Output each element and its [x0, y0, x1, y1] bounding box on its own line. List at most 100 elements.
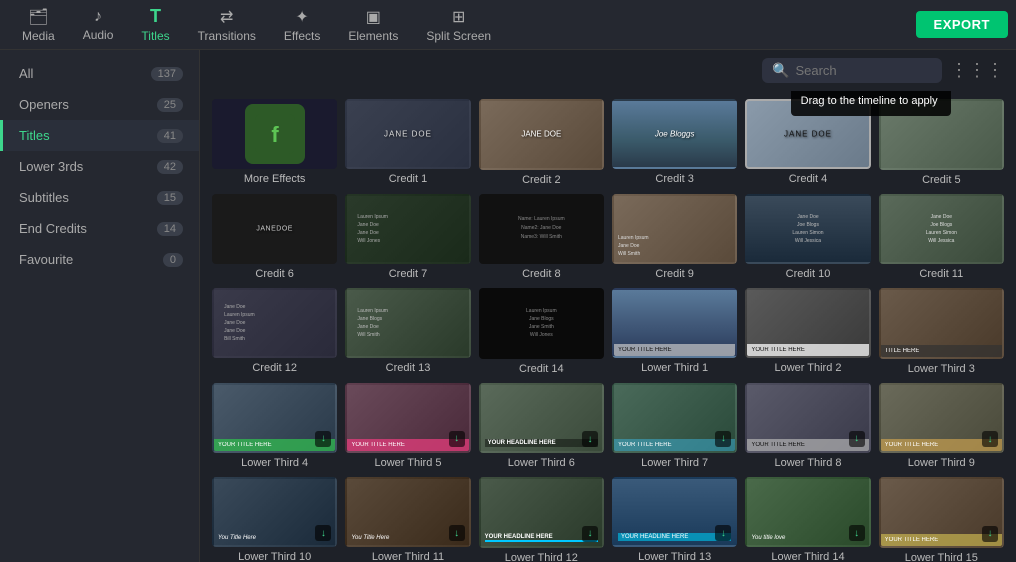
list-item[interactable]: YOUR TITLE HERE ↓ Lower Third 7: [612, 383, 737, 470]
sidebar-count-endcredits: 14: [157, 222, 183, 236]
sidebar-label-openers: Openers: [19, 97, 69, 112]
list-item[interactable]: Lauren IpsumJane DoeWill Smith Credit 9: [612, 194, 737, 281]
list-item[interactable]: YOUR HEADLINE HERE ↓ Lower Third 6: [479, 383, 604, 470]
sidebar-label-favourite: Favourite: [19, 252, 73, 267]
nav-transitions[interactable]: ⇄ Transitions: [184, 3, 270, 47]
list-item[interactable]: YOUR TITLE HERE ↓ Lower Third 8: [745, 383, 870, 470]
thumbnail: Lauren IpsumJane DoeWill Smith: [612, 194, 737, 264]
list-item[interactable]: Jane DoeJoe BlogsLauren SimonWill Jessic…: [879, 194, 1004, 281]
nav-media[interactable]: 🗂 Media: [8, 3, 69, 47]
list-item[interactable]: Jane DoeLauren IpsumJane DoeJane DoeBill…: [212, 288, 337, 375]
item-label: Credit 5: [879, 174, 1004, 186]
sidebar-label-subtitles: Subtitles: [19, 190, 69, 205]
list-item[interactable]: YOUR TITLE HERE ↓ Lower Third 15: [879, 477, 1004, 562]
thumbnail: YOUR HEADLINE HERE ↓: [479, 383, 604, 454]
item-label: Lower Third 12: [479, 552, 604, 562]
thumbnail: YOUR TITLE HERE ↓: [345, 383, 470, 453]
list-item[interactable]: Name: Lauren IpsumName2: Jane DoeName3: …: [479, 194, 604, 281]
grid-view-icon[interactable]: ⋮⋮⋮: [950, 60, 1004, 81]
list-item[interactable]: Credit 5: [879, 99, 1004, 186]
sidebar-item-endcredits[interactable]: End Credits 14: [0, 213, 199, 244]
list-item[interactable]: Joe Bloggs Credit 3: [612, 99, 737, 186]
item-label: Lower Third 8: [745, 457, 870, 469]
sidebar-item-all[interactable]: All 137: [0, 58, 199, 89]
content-area: 🔍 ⋮⋮⋮ f More E: [200, 50, 1016, 562]
nav-elements-label: Elements: [348, 29, 398, 43]
list-item[interactable]: Lauren IpsumJane BlogsJane DoeWill Smith…: [345, 288, 470, 375]
list-item[interactable]: YOUR TITLE HERE Lower Third 1: [612, 288, 737, 375]
sidebar-item-titles[interactable]: Titles 41: [0, 120, 199, 151]
item-label: Lower Third 15: [879, 552, 1004, 562]
item-label: Lower Third 4: [212, 457, 337, 469]
grid-container: f More Effects JANE DOE Credit 1: [200, 91, 1016, 562]
item-label: Credit 9: [612, 268, 737, 280]
download-icon: ↓: [582, 431, 598, 447]
list-item[interactable]: You title love ↓ Lower Third 14: [745, 477, 870, 562]
thumbnail: JANE DOE: [345, 99, 470, 169]
titles-icon: T: [150, 6, 161, 27]
item-label: Lower Third 6: [479, 457, 604, 469]
list-item[interactable]: You Title Here ↓ Lower Third 11: [345, 477, 470, 562]
nav-audio-label: Audio: [83, 28, 114, 42]
list-item[interactable]: Jane DoeJoe BlogsLauren SimonWill Jessic…: [745, 194, 870, 281]
list-item[interactable]: JANEDOE Credit 6: [212, 194, 337, 281]
list-item[interactable]: YOUR HEADLINE HERE ↓ Lower Third 12: [479, 477, 604, 562]
list-item[interactable]: Lauren IpsumJane DoeJane DoeWill Jones C…: [345, 194, 470, 281]
list-item[interactable]: YOUR TITLE HERE ↓ Lower Third 5: [345, 383, 470, 470]
list-item[interactable]: JANE DOE Credit 4 Credit 4 Drag to the t…: [745, 99, 870, 186]
sidebar-item-lower3rds[interactable]: Lower 3rds 42: [0, 151, 199, 182]
nav-splitscreen[interactable]: ⊞ Split Screen: [412, 3, 505, 47]
list-item[interactable]: You Title Here ↓ Lower Third 10: [212, 477, 337, 562]
search-icon: 🔍: [772, 62, 789, 79]
main-body: All 137 Openers 25 Titles 41 Lower 3rds …: [0, 50, 1016, 562]
nav-effects[interactable]: ✦ Effects: [270, 3, 334, 47]
search-input[interactable]: [795, 63, 932, 78]
download-icon: ↓: [315, 431, 331, 447]
download-icon: ↓: [449, 431, 465, 447]
media-icon: 🗂: [28, 7, 48, 27]
item-label: Credit 1: [345, 173, 470, 185]
list-item[interactable]: YOUR TITLE HERE Lower Third 2: [745, 288, 870, 375]
nav-titles-label: Titles: [141, 29, 169, 43]
list-item[interactable]: Lauren IpsumJane BlogsJane SmithWill Jon…: [479, 288, 604, 375]
thumbnail: JANE DOE: [479, 99, 604, 170]
nav-titles[interactable]: T Titles: [127, 2, 183, 47]
download-icon: ↓: [715, 431, 731, 447]
thumbnail: Jane DoeJoe BlogsLauren SimonWill Jessic…: [879, 194, 1004, 265]
top-nav: 🗂 Media ♪ Audio T Titles ⇄ Transitions ✦…: [0, 0, 1016, 50]
item-label: Credit 12: [212, 362, 337, 374]
search-box[interactable]: 🔍: [762, 58, 942, 83]
item-label: Credit 11: [879, 268, 1004, 280]
item-label: Lower Third 13: [612, 551, 737, 562]
list-item[interactable]: JANE DOE Credit 2: [479, 99, 604, 186]
list-item[interactable]: TITLE HERE Lower Third 3: [879, 288, 1004, 375]
export-button[interactable]: EXPORT: [916, 11, 1008, 38]
thumbnail: Jane DoeLauren IpsumJane DoeJane DoeBill…: [212, 288, 337, 358]
item-label: More Effects: [212, 173, 337, 185]
sidebar-item-openers[interactable]: Openers 25: [0, 89, 199, 120]
list-item[interactable]: YOUR TITLE HERE ↓ Lower Third 9: [879, 383, 1004, 470]
sidebar: All 137 Openers 25 Titles 41 Lower 3rds …: [0, 50, 200, 562]
splitscreen-icon: ⊞: [452, 7, 465, 27]
sidebar-label-lower3rds: Lower 3rds: [19, 159, 83, 174]
item-label: Credit 10: [745, 268, 870, 280]
thumbnail: YOUR TITLE HERE ↓: [879, 383, 1004, 454]
list-item[interactable]: YOUR HEADLINE HERE ↓ Lower Third 13: [612, 477, 737, 562]
thumbnail: Joe Bloggs: [612, 99, 737, 169]
thumbnail: You title love ↓: [745, 477, 870, 547]
item-label: Credit 14: [479, 363, 604, 375]
sidebar-item-favourite[interactable]: Favourite 0: [0, 244, 199, 275]
sidebar-label-titles: Titles: [19, 128, 50, 143]
sidebar-item-subtitles[interactable]: Subtitles 15: [0, 182, 199, 213]
thumbnail: YOUR TITLE HERE ↓: [745, 383, 870, 453]
list-item[interactable]: JANE DOE Credit 1: [345, 99, 470, 186]
nav-audio[interactable]: ♪ Audio: [69, 4, 128, 46]
item-label: Lower Third 14: [745, 551, 870, 562]
nav-elements[interactable]: ▣ Elements: [334, 3, 412, 47]
download-icon: ↓: [715, 525, 731, 541]
list-item[interactable]: f More Effects: [212, 99, 337, 186]
list-item[interactable]: YOUR TITLE HERE ↓ Lower Third 4: [212, 383, 337, 470]
thumbnail: Jane DoeJoe BlogsLauren SimonWill Jessic…: [745, 194, 870, 264]
nav-transitions-label: Transitions: [198, 29, 256, 43]
item-label: Lower Third 3: [879, 363, 1004, 375]
